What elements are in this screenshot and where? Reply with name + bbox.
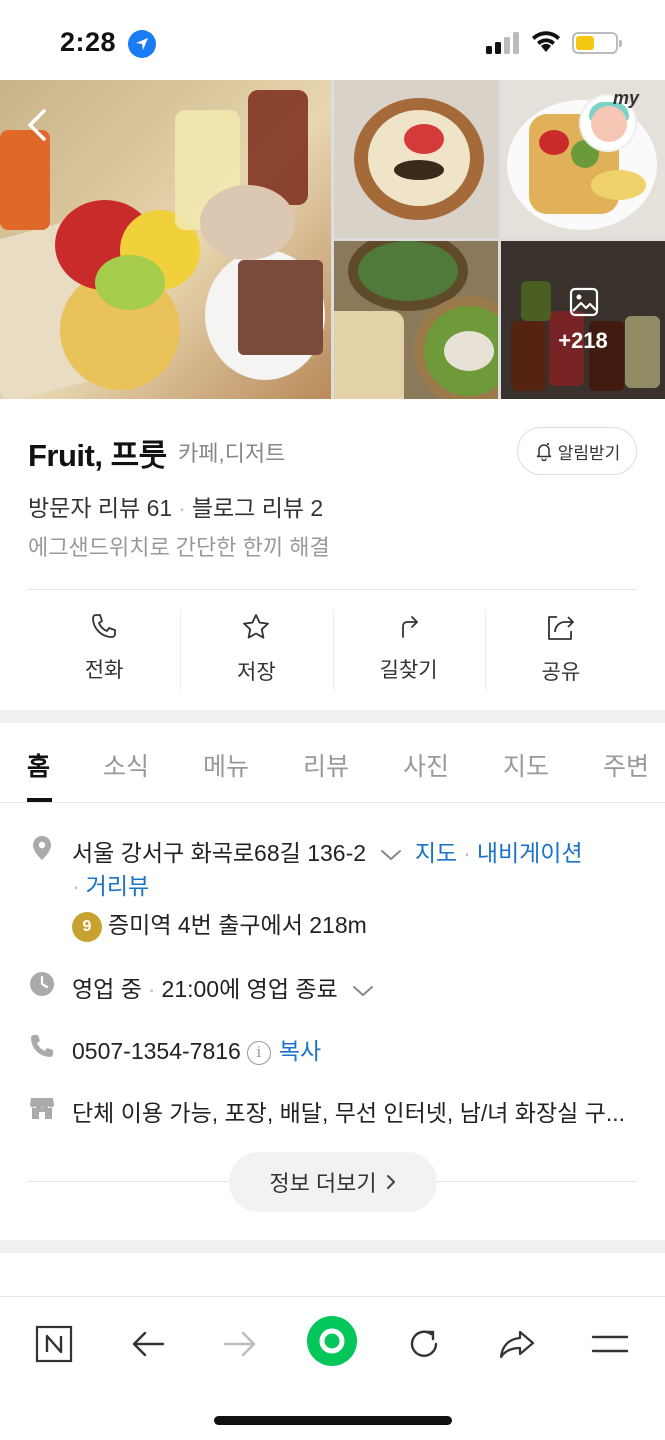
- map-link[interactable]: 지도: [415, 840, 457, 866]
- location-pin-icon: [33, 836, 51, 860]
- my-label: my: [612, 88, 639, 108]
- directions-label: 길찾기: [379, 659, 438, 682]
- review-summary: 방문자 리뷰 61 · 블로그 리뷰 2: [28, 495, 324, 521]
- more-info-button[interactable]: 정보 더보기: [229, 1152, 437, 1212]
- visitor-reviews-link[interactable]: 방문자 리뷰 61: [28, 495, 172, 521]
- address-text: 서울 강서구 화곡로68길 136-2: [72, 840, 367, 866]
- chevron-down-icon[interactable]: [380, 848, 402, 862]
- blog-reviews-link[interactable]: 블로그 리뷰 2: [192, 495, 323, 521]
- navigation-link[interactable]: 내비게이션: [477, 840, 583, 866]
- active-tab-indicator: [27, 798, 52, 802]
- gallery-icon: [569, 287, 599, 317]
- phone-row: 0507-1354-7816 i 복사: [28, 1032, 648, 1065]
- call-button[interactable]: 전화: [28, 590, 180, 710]
- green-dot-icon: [307, 1316, 357, 1366]
- subway-line-badge: 9: [72, 911, 102, 942]
- place-name: Fruit, 프룻: [28, 438, 167, 473]
- subway-distance: 증미역 4번 출구에서 218m: [108, 912, 367, 938]
- photo-gallery[interactable]: my +218: [0, 80, 665, 399]
- cellular-signal-icon: [486, 32, 519, 54]
- save-button[interactable]: 저장: [180, 590, 332, 710]
- address-row: 서울 강서구 화곡로68길 136-2 지도 · 내비게이션 · 거리뷰 9 증미역 4…: [28, 834, 648, 964]
- action-row: 전화 저장 길찾기 공유: [28, 590, 637, 710]
- notify-button[interactable]: 알림받기: [517, 427, 637, 475]
- directions-button[interactable]: 길찾기: [332, 590, 485, 710]
- naver-n-icon: [35, 1325, 73, 1363]
- photo-thumbnail[interactable]: [334, 241, 498, 399]
- menu-button[interactable]: [585, 1319, 635, 1369]
- main-photo[interactable]: [0, 80, 331, 399]
- share-label: 공유: [541, 661, 581, 684]
- wifi-icon: [532, 31, 560, 52]
- home-indicator[interactable]: [214, 1416, 452, 1425]
- info-icon[interactable]: i: [246, 1040, 271, 1065]
- hamburger-menu-icon: [591, 1335, 629, 1353]
- refresh-icon: [410, 1330, 438, 1357]
- refresh-button[interactable]: [399, 1319, 449, 1369]
- arrow-right-icon: [223, 1331, 256, 1357]
- tab-reviews[interactable]: 리뷰: [303, 747, 349, 783]
- clock-icon: [30, 972, 54, 996]
- status-time: 2:28: [60, 27, 117, 57]
- battery-icon: [572, 32, 622, 54]
- place-category: 카페,디저트: [178, 441, 286, 466]
- tab-menu[interactable]: 메뉴: [203, 747, 249, 783]
- directions-icon: [401, 616, 418, 638]
- photo-more[interactable]: +218: [501, 241, 665, 399]
- forward-nav-button[interactable]: [215, 1319, 265, 1369]
- tab-home[interactable]: 홈: [27, 747, 50, 783]
- section-gap: [0, 1240, 665, 1253]
- share-button[interactable]: 공유: [484, 590, 637, 710]
- more-info-label: 정보 더보기: [269, 1171, 377, 1196]
- bell-icon: [536, 443, 551, 461]
- tab-photos[interactable]: 사진: [403, 747, 449, 783]
- place-description: 에그샌드위치로 간단한 한끼 해결: [28, 535, 330, 560]
- arrow-left-icon: [132, 1331, 165, 1357]
- notify-label: 알림받기: [557, 443, 621, 463]
- tab-bar: 홈 소식 메뉴 리뷰 사진 지도 주변: [0, 723, 665, 803]
- store-icon: [30, 1098, 54, 1119]
- amenities-text: 단체 이용 가능, 포장, 배달, 무선 인터넷, 남/녀 화장실 구...: [72, 1100, 625, 1126]
- chevron-right-icon: [386, 1175, 395, 1189]
- phone-icon: [92, 614, 117, 638]
- hours-detail: 21:00에 영업 종료: [161, 976, 338, 1002]
- save-label: 저장: [237, 661, 276, 684]
- section-gap: [0, 710, 665, 723]
- call-label: 전화: [84, 659, 124, 682]
- chevron-down-icon[interactable]: [352, 984, 374, 998]
- share-icon: [547, 616, 574, 640]
- tab-map[interactable]: 지도: [503, 747, 549, 783]
- phone-number[interactable]: 0507-1354-7816: [72, 1038, 241, 1064]
- phone-icon: [31, 1035, 53, 1057]
- photo-thumbnail[interactable]: my: [501, 80, 665, 238]
- tab-nearby[interactable]: 주변: [603, 747, 649, 783]
- star-icon: [243, 614, 270, 639]
- hours-row[interactable]: 영업 중 · 21:00에 영업 종료: [28, 970, 648, 1002]
- back-nav-button[interactable]: [123, 1319, 173, 1369]
- share-page-button[interactable]: [492, 1319, 542, 1369]
- street-view-link[interactable]: 거리뷰: [86, 873, 149, 899]
- photo-thumbnail[interactable]: [334, 80, 498, 238]
- status-bar: 2:28: [0, 0, 665, 80]
- naver-home-button[interactable]: [29, 1319, 79, 1369]
- more-photos-count: +218: [558, 328, 608, 353]
- back-button[interactable]: [26, 108, 48, 147]
- green-dot-button[interactable]: [304, 1313, 360, 1369]
- copy-link[interactable]: 복사: [279, 1038, 321, 1064]
- share-arrow-icon: [499, 1330, 535, 1359]
- hours-status: 영업 중: [72, 976, 142, 1002]
- tab-news[interactable]: 소식: [103, 747, 149, 783]
- amenities-row[interactable]: 단체 이용 가능, 포장, 배달, 무선 인터넷, 남/녀 화장실 구...: [28, 1094, 648, 1126]
- location-arrow-icon: [128, 30, 156, 58]
